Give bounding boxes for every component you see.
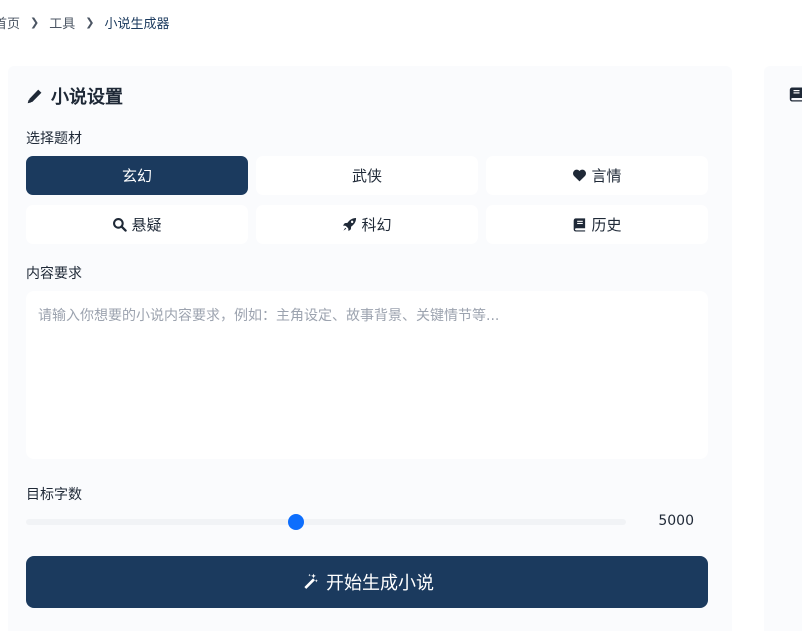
genre-label: 选择题材 [26,131,82,147]
chevron-right-icon: ❯ [85,15,95,29]
chevron-right-icon: ❯ [30,15,40,29]
word-count-slider-thumb[interactable] [288,514,304,530]
panel-title-text: 小说设置 [51,87,123,108]
panel-title: 小说设置 [26,83,123,109]
genre-grid: 玄幻 武侠 言情 悬疑 科幻 历史 [26,156,708,244]
novel-output-panel [764,66,802,631]
genre-mystery-button[interactable]: 悬疑 [26,205,248,244]
book-icon [574,218,586,232]
breadcrumb-home[interactable]: 首页 [0,13,20,32]
novel-settings-panel: 小说设置 选择题材 玄幻 武侠 言情 悬疑 科幻 历史 内容要求 请输入你想要的… [8,66,732,631]
genre-romance-button[interactable]: 言情 [486,156,708,195]
word-count-label: 目标字数 [26,487,82,503]
generate-novel-button[interactable]: 开始生成小说 [26,556,708,608]
pencil-icon [27,89,42,103]
genre-label-text: 武侠 [351,167,382,185]
word-count-slider-row: 5000 [26,512,708,532]
genre-wuxia-button[interactable]: 武侠 [256,156,478,195]
genre-label-text: 言情 [591,167,622,185]
genre-label-text: 科幻 [361,216,392,234]
content-label: 内容要求 [26,266,82,282]
breadcrumb-current: 小说生成器 [104,16,170,32]
content-textarea-wrapper [26,291,708,459]
generate-novel-label: 开始生成小说 [326,573,434,594]
breadcrumb: 首页 ❯ 工具 ❯ 小说生成器 [0,12,169,32]
search-icon [113,218,128,232]
word-count-value: 5000 [658,513,694,529]
genre-history-button[interactable]: 历史 [486,205,708,244]
heart-icon [573,169,587,182]
rocket-icon [343,217,357,232]
genre-label-text: 悬疑 [131,216,162,234]
magic-wand-icon [304,573,318,589]
book-icon [789,87,802,102]
content-textarea[interactable] [26,291,708,459]
breadcrumb-tools[interactable]: 工具 [49,13,75,32]
genre-label-text: 历史 [591,216,622,234]
genre-label-text: 玄幻 [121,167,152,185]
word-count-slider-track[interactable] [26,519,626,525]
page: 首页 ❯ 工具 ❯ 小说生成器 小说设置 选择题材 玄幻 武侠 言情 悬疑 科幻… [0,0,802,631]
genre-xuanhuan-button[interactable]: 玄幻 [26,156,248,195]
genre-scifi-button[interactable]: 科幻 [256,205,478,244]
